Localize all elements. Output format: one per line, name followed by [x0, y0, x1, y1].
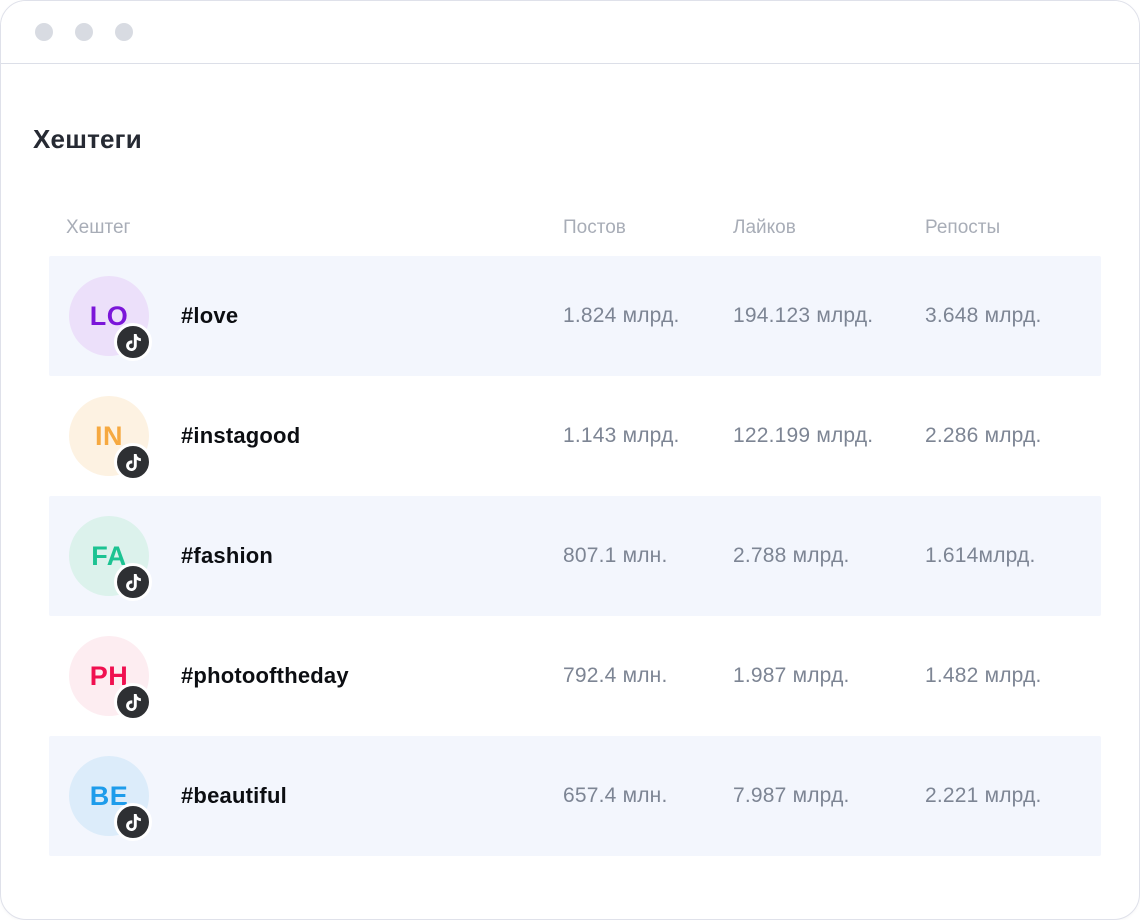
hashtag-label: #love: [181, 303, 239, 328]
hashtags-table: Хештег Постов Лайков Репосты LO #love 1.…: [49, 210, 1101, 856]
hashtag-label: #fashion: [181, 543, 274, 568]
window-control-dot[interactable]: [35, 23, 53, 41]
avatar: FA: [69, 516, 152, 601]
posts-value: 657.4 млн.: [563, 784, 668, 807]
window-control-dot[interactable]: [75, 23, 93, 41]
posts-value: 1.143 млрд.: [563, 424, 680, 447]
column-header-likes: Лайков: [733, 217, 796, 238]
avatar: IN: [69, 396, 152, 481]
column-header-posts: Постов: [563, 217, 626, 238]
likes-value: 1.987 млрд.: [733, 664, 850, 687]
avatar: PH: [69, 636, 152, 721]
likes-value: 2.788 млрд.: [733, 544, 850, 567]
hashtag-cell: IN #instagood: [49, 396, 563, 481]
posts-value: 1.824 млрд.: [563, 304, 680, 327]
tiktok-icon: [114, 323, 152, 361]
window-titlebar: [1, 1, 1139, 64]
posts-value: 807.1 млн.: [563, 544, 668, 567]
tiktok-icon: [114, 563, 152, 601]
column-header-hashtag: Хештег: [66, 217, 131, 238]
likes-value: 194.123 млрд.: [733, 304, 874, 327]
hashtag-label: #beautiful: [181, 783, 287, 808]
avatar: BE: [69, 756, 152, 841]
table-row[interactable]: BE #beautiful 657.4 млн. 7.987 млрд. 2.2…: [49, 736, 1101, 856]
table-row[interactable]: FA #fashion 807.1 млн. 2.788 млрд. 1.614…: [49, 496, 1101, 616]
likes-value: 122.199 млрд.: [733, 424, 874, 447]
hashtag-cell: PH #photooftheday: [49, 636, 563, 721]
avatar: LO: [69, 276, 152, 361]
table-row[interactable]: IN #instagood 1.143 млрд. 122.199 млрд. …: [49, 376, 1101, 496]
reposts-value: 1.482 млрд.: [925, 664, 1042, 687]
likes-value: 7.987 млрд.: [733, 784, 850, 807]
column-header-reposts: Репосты: [925, 217, 1001, 238]
reposts-value: 2.221 млрд.: [925, 784, 1042, 807]
reposts-value: 3.648 млрд.: [925, 304, 1042, 327]
hashtag-label: #photooftheday: [181, 663, 349, 688]
hashtag-cell: FA #fashion: [49, 516, 563, 601]
hashtag-cell: LO #love: [49, 276, 563, 361]
table-body: LO #love 1.824 млрд. 194.123 млрд. 3.648…: [49, 256, 1101, 856]
tiktok-icon: [114, 683, 152, 721]
table-row[interactable]: LO #love 1.824 млрд. 194.123 млрд. 3.648…: [49, 256, 1101, 376]
table-header-row: Хештег Постов Лайков Репосты: [49, 210, 1101, 246]
hashtag-label: #instagood: [181, 423, 301, 448]
tiktok-icon: [114, 803, 152, 841]
table-row[interactable]: PH #photooftheday 792.4 млн. 1.987 млрд.…: [49, 616, 1101, 736]
reposts-value: 2.286 млрд.: [925, 424, 1042, 447]
tiktok-icon: [114, 443, 152, 481]
reposts-value: 1.614млрд.: [925, 544, 1036, 567]
posts-value: 792.4 млн.: [563, 664, 668, 687]
window-control-dot[interactable]: [115, 23, 133, 41]
app-window: Хештеги Хештег Постов Лайков Репосты LO …: [0, 0, 1140, 920]
hashtag-cell: BE #beautiful: [49, 756, 563, 841]
page-title: Хештеги: [33, 124, 142, 154]
